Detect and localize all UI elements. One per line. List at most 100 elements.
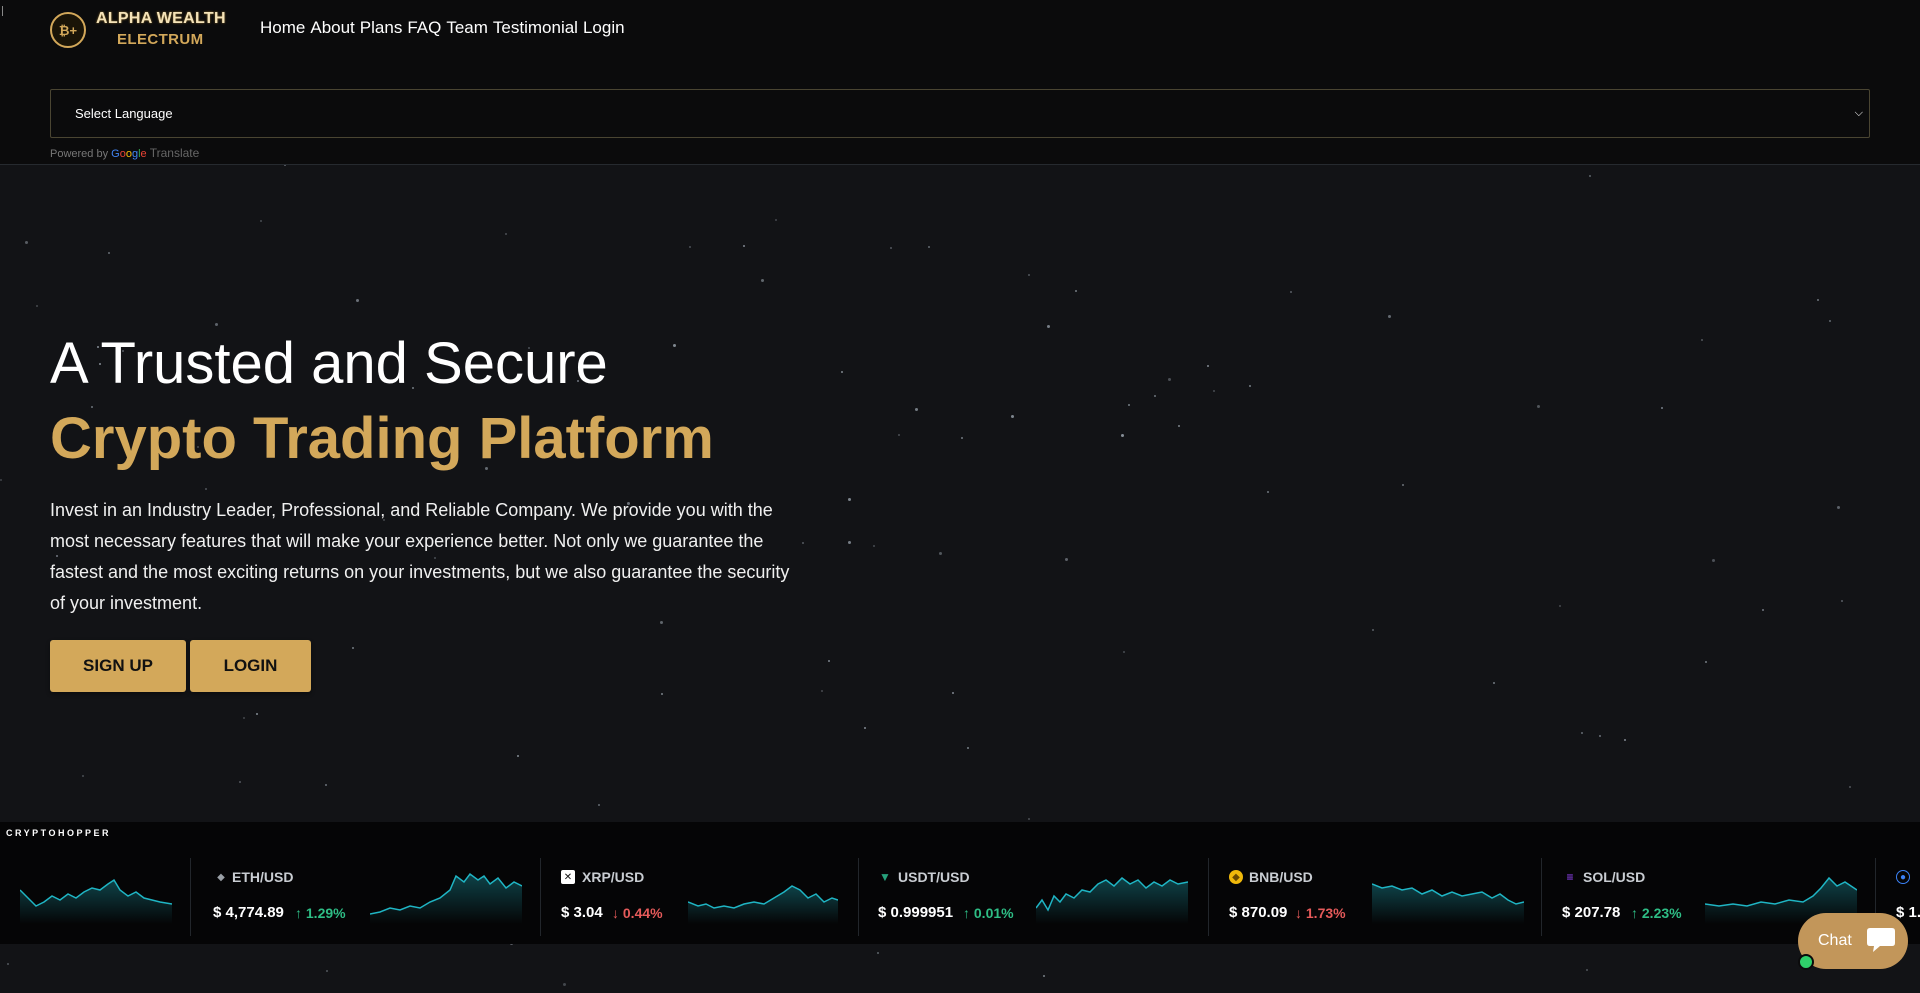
signup-button[interactable]: SIGN UP: [50, 640, 186, 692]
star-dot: [1267, 491, 1269, 493]
sparkline-leading: [20, 878, 172, 924]
ticker-price: $ 4,774.89: [213, 904, 284, 921]
translate-link[interactable]: Translate: [150, 146, 200, 160]
star-dot: [1624, 739, 1626, 741]
star-dot: [1841, 600, 1843, 602]
star-dot: [1599, 735, 1601, 737]
ethereum-icon: ◆: [217, 871, 225, 883]
chat-widget-button[interactable]: Chat: [1798, 913, 1908, 969]
star-dot: [1817, 299, 1819, 301]
star-dot: [1065, 558, 1068, 561]
ticker-change: ↓ 1.73%: [1295, 905, 1346, 921]
crypto-ticker: CRYPTOHOPPER ◆ ETH/USD $ 4,774.89 ↑ 1.29…: [0, 822, 1920, 944]
sparkline-usdt: [1036, 877, 1188, 924]
bnb-icon: ◆: [1229, 870, 1243, 884]
star-dot: [1123, 651, 1125, 653]
star-dot: [1388, 315, 1391, 318]
nav-about[interactable]: About: [310, 18, 354, 38]
star-dot: [1661, 407, 1663, 409]
chevron-down-icon: ⌵: [1854, 107, 1863, 119]
star-dot: [1581, 732, 1583, 734]
star-dot: [82, 775, 84, 777]
star-dot: [1559, 605, 1561, 607]
star-dot: [775, 219, 777, 221]
nav-testimonial[interactable]: Testimonial: [493, 18, 578, 38]
online-status-dot: [1798, 954, 1814, 970]
ticker-price: $ 870.09: [1229, 904, 1288, 921]
nav-team[interactable]: Team: [446, 18, 488, 38]
language-select[interactable]: Select Language ⌵: [50, 89, 1870, 138]
star-dot: [890, 247, 892, 249]
star-dot: [1586, 969, 1588, 971]
star-dot: [1537, 405, 1540, 408]
star-dot: [898, 434, 900, 436]
ticker-item-xrp[interactable]: ✕ XRP/USD $ 3.04 ↓ 0.44%: [540, 858, 858, 936]
star-dot: [761, 279, 764, 282]
star-dot: [915, 408, 918, 411]
chat-bubble-icon: [1867, 928, 1895, 952]
star-dot: [215, 323, 218, 326]
hero-title-line2: Crypto Trading Platform: [50, 406, 714, 471]
star-dot: [25, 241, 28, 244]
star-dot: [108, 252, 110, 254]
cryptohopper-logo[interactable]: CRYPTOHOPPER: [6, 828, 111, 838]
ticker-change: ↓ 0.44%: [612, 905, 663, 921]
star-dot: [1047, 325, 1050, 328]
star-dot: [1849, 786, 1851, 788]
ticker-item-usdt[interactable]: ▼ USDT/USD $ 0.999951 ↑ 0.01%: [858, 858, 1208, 936]
star-dot: [1213, 390, 1215, 392]
star-dot: [1028, 274, 1030, 276]
tether-icon: ▼: [879, 870, 891, 884]
star-dot: [256, 713, 258, 715]
star-dot: [802, 542, 804, 544]
star-dot: [864, 727, 866, 729]
ticker-pair: ETH/USD: [232, 869, 294, 885]
star-dot: [660, 621, 663, 624]
nav-plans[interactable]: Plans: [360, 18, 403, 38]
ticker-change: ↑ 2.23%: [1631, 905, 1682, 921]
star-dot: [1829, 320, 1831, 322]
ticker-change: ↑ 0.01%: [963, 905, 1014, 921]
star-dot: [1372, 629, 1374, 631]
powered-by-label: Powered by: [50, 148, 109, 160]
star-dot: [326, 970, 328, 972]
nav-faq[interactable]: FAQ: [407, 18, 441, 38]
bitcoin-badge-icon: ₿+: [50, 12, 86, 48]
ticker-item-bnb[interactable]: ◆ BNB/USD $ 870.09 ↓ 1.73%: [1208, 858, 1541, 936]
star-dot: [928, 246, 930, 248]
star-dot: [356, 299, 359, 302]
star-dot: [1168, 378, 1171, 381]
ticker-change: ↑ 1.29%: [295, 905, 346, 921]
star-dot: [743, 245, 745, 247]
chat-label: Chat: [1818, 932, 1852, 949]
brand-name-line2: ELECTRUM: [117, 31, 204, 48]
star-dot: [1493, 682, 1495, 684]
star-dot: [517, 755, 519, 757]
star-dot: [243, 717, 245, 719]
google-logo-text[interactable]: Google: [111, 148, 147, 160]
ticker-item-eth[interactable]: ◆ ETH/USD $ 4,774.89 ↑ 1.29%: [190, 858, 540, 936]
nav-home[interactable]: Home: [260, 18, 305, 38]
star-dot: [7, 963, 9, 965]
star-dot: [1154, 395, 1156, 397]
star-dot: [1402, 484, 1404, 486]
star-dot: [821, 690, 823, 692]
google-translate-attribution: Powered by Google Translate: [50, 146, 199, 160]
sparkline-eth: [370, 872, 522, 924]
star-dot: [939, 552, 942, 555]
brand-logo[interactable]: ₿+ ALPHA WEALTH ELECTRUM: [49, 10, 229, 50]
star-dot: [598, 804, 600, 806]
hero-title-line1: A Trusted and Secure: [50, 331, 608, 396]
star-dot: [563, 983, 566, 986]
brand-name-line1: ALPHA WEALTH: [96, 10, 226, 27]
star-dot: [239, 781, 241, 783]
sparkline-bnb: [1372, 883, 1524, 924]
star-dot: [36, 305, 38, 307]
star-dot: [967, 747, 969, 749]
login-button[interactable]: LOGIN: [190, 640, 311, 692]
solana-icon: ≡: [1566, 870, 1574, 884]
star-dot: [877, 952, 879, 954]
star-dot: [325, 784, 327, 786]
nav-login[interactable]: Login: [583, 18, 625, 38]
ticker-price: $ 0.999951: [878, 904, 954, 921]
